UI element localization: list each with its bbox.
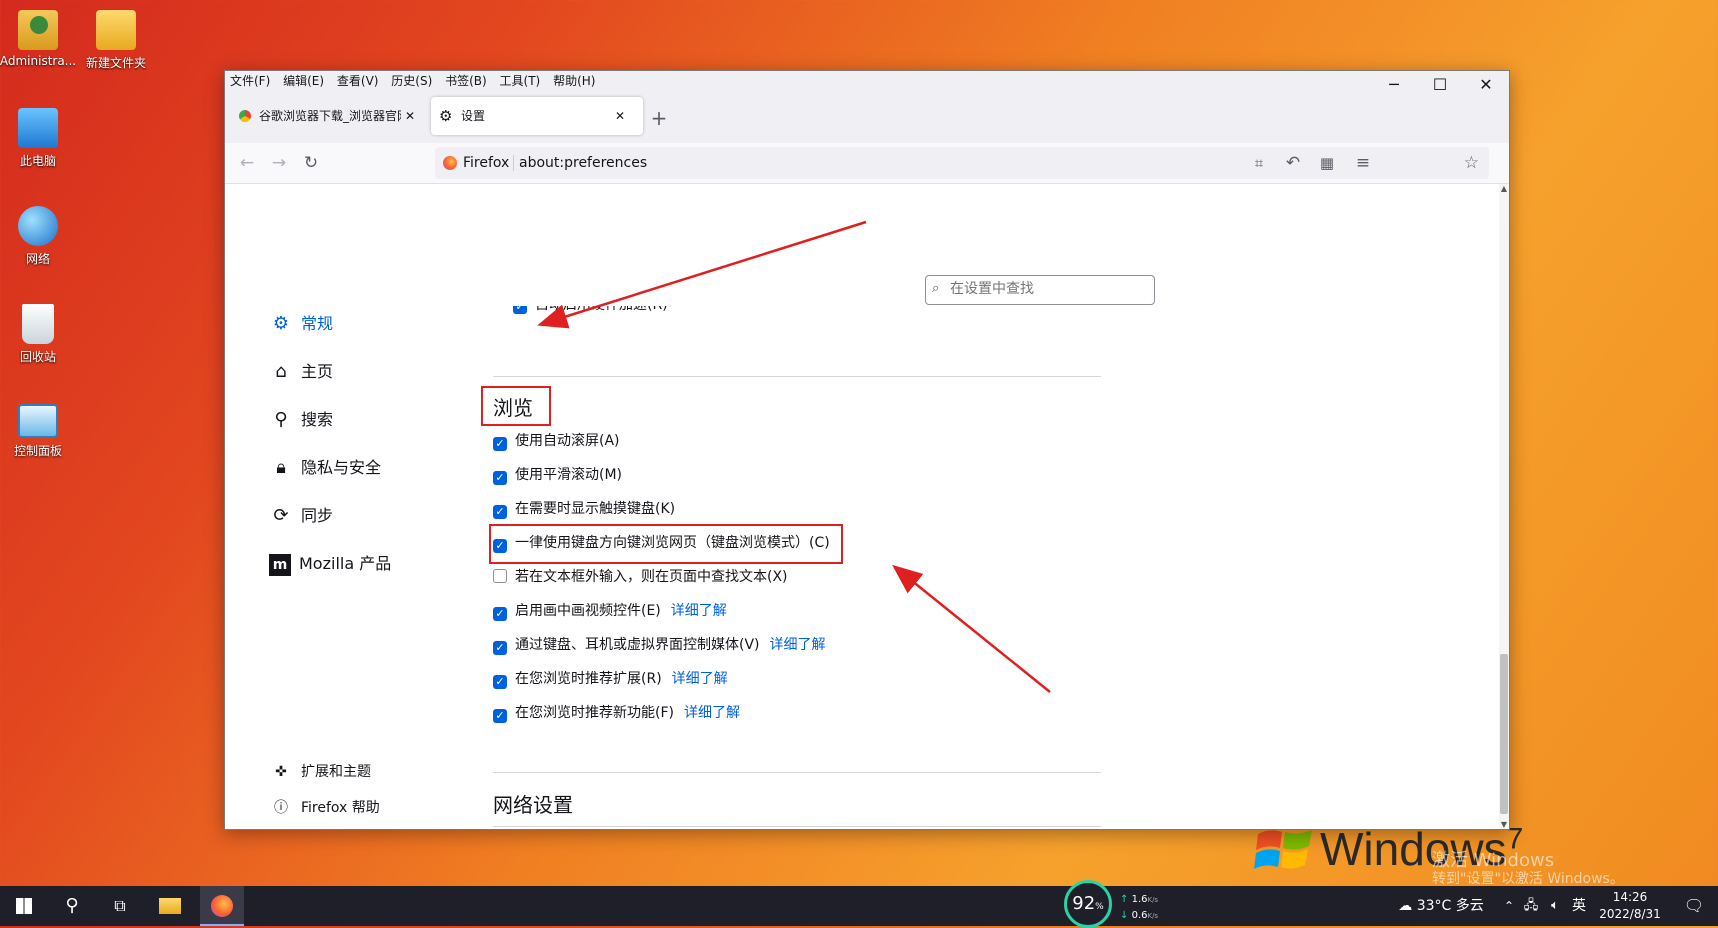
- clock-time: 14:26: [1612, 890, 1648, 904]
- network-tray[interactable]: 🖧︎: [1520, 886, 1542, 926]
- cpu-percent: 92: [1072, 893, 1096, 914]
- ime-text: 英: [1572, 898, 1586, 914]
- taskbar: ⚲ ⧉ 92% ↑ 1.6K/s ↓ 0.6K/s ☁ 33°C 多云 ⌃ 🖧︎…: [0, 880, 1718, 928]
- performance-widget[interactable]: 92% ↑ 1.6K/s ↓ 0.6K/s: [1064, 880, 1176, 928]
- net-up: 1.6: [1131, 894, 1148, 905]
- net-unit: K/s: [1147, 896, 1159, 904]
- file-explorer-button[interactable]: [150, 886, 190, 926]
- upload-arrow-icon: ↑: [1120, 894, 1129, 905]
- clock[interactable]: 14:26 2022/8/31: [1592, 886, 1668, 926]
- arrow-to-section: [537, 220, 867, 329]
- net-speed: ↑ 1.6K/s ↓ 0.6K/s: [1120, 892, 1158, 924]
- firefox-logo-icon: [211, 895, 233, 917]
- arrow-to-option: [892, 564, 1051, 693]
- cpu-ring: 92%: [1064, 880, 1112, 928]
- folder-icon: [159, 898, 181, 914]
- speaker-icon: 🔈︎: [1551, 898, 1559, 913]
- net-unit: K/s: [1147, 912, 1159, 920]
- chevron-up-icon: ⌃: [1503, 899, 1515, 913]
- volume-tray[interactable]: 🔈︎: [1544, 886, 1566, 926]
- search-button[interactable]: ⚲: [52, 886, 92, 926]
- cpu-unit: %: [1095, 902, 1104, 912]
- weather-text: 33°C 多云: [1416, 898, 1484, 914]
- net-down: 0.6: [1131, 910, 1148, 921]
- task-view-button[interactable]: ⧉: [100, 886, 140, 926]
- firefox-taskbar-button[interactable]: [200, 886, 244, 926]
- notification-icon: 🗨︎: [1683, 896, 1705, 915]
- windows-start-icon: [16, 898, 32, 914]
- annotation-arrows: [537, 220, 1051, 693]
- cloud-icon: ☁: [1398, 898, 1413, 914]
- clock-date: 2022/8/31: [1599, 907, 1661, 921]
- start-button[interactable]: [0, 886, 48, 926]
- weather-widget[interactable]: ☁ 33°C 多云: [1386, 886, 1496, 926]
- search-icon: ⚲: [65, 895, 79, 916]
- task-view-icon: ⧉: [114, 896, 126, 915]
- notification-button[interactable]: 🗨︎: [1674, 886, 1714, 926]
- network-icon: 🖧︎: [1523, 898, 1539, 913]
- download-arrow-icon: ↓: [1120, 910, 1129, 921]
- ime-indicator[interactable]: 英: [1568, 886, 1590, 926]
- tray-chevron[interactable]: ⌃: [1500, 886, 1518, 926]
